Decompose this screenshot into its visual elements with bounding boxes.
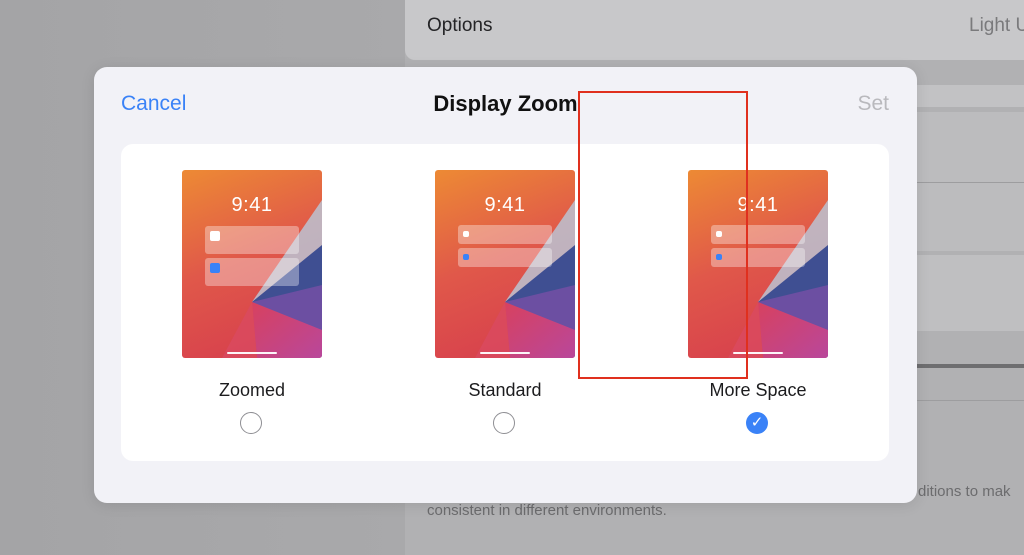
options-label: Options	[427, 15, 493, 36]
option-label-more-space: More Space	[709, 380, 807, 400]
notification-icon	[210, 263, 220, 273]
notification-icon	[463, 231, 469, 237]
background-separator	[914, 400, 1024, 401]
radio-more-space[interactable]: ✓	[746, 412, 768, 434]
notification-icon	[210, 231, 220, 241]
home-indicator	[480, 352, 530, 354]
zoom-option-standard[interactable]: 9:41 Standard	[435, 144, 585, 461]
footer-text-left: consistent in different environments.	[427, 502, 667, 519]
zoomed-preview-image: 9:41	[182, 170, 322, 358]
background-slider-track	[914, 364, 1024, 368]
display-zoom-modal: Cancel Display Zoom Set 9:41 Zoomed 9:41…	[94, 67, 917, 503]
background-row	[914, 85, 1024, 107]
checkmark-icon: ✓	[750, 414, 764, 431]
background-row	[914, 255, 1024, 331]
set-button[interactable]: Set	[857, 92, 889, 116]
option-label-standard: Standard	[468, 380, 542, 400]
preview-notification	[205, 258, 299, 286]
background-row	[914, 183, 1024, 251]
options-row[interactable]	[405, 0, 1024, 60]
home-indicator	[227, 352, 277, 354]
zoom-options-card: 9:41 Zoomed 9:41 Standard 9:41 More Spac…	[121, 144, 889, 461]
modal-title: Display Zoom	[433, 91, 578, 116]
radio-zoomed[interactable]	[240, 412, 262, 434]
option-label-zoomed: Zoomed	[218, 380, 286, 400]
footer-text-right: ditions to mak	[918, 483, 1011, 500]
preview-notification	[205, 226, 299, 254]
options-value: Light U	[969, 15, 1024, 36]
preview-notification	[458, 225, 552, 244]
radio-standard[interactable]	[493, 412, 515, 434]
background-row	[914, 112, 1024, 182]
preview-time: 9:41	[484, 194, 526, 216]
selection-highlight-box	[578, 91, 748, 379]
preview-notification	[458, 248, 552, 267]
standard-preview-image: 9:41	[435, 170, 575, 358]
preview-time: 9:41	[231, 194, 273, 216]
notification-icon	[463, 254, 469, 260]
zoom-option-zoomed[interactable]: 9:41 Zoomed	[182, 144, 332, 461]
